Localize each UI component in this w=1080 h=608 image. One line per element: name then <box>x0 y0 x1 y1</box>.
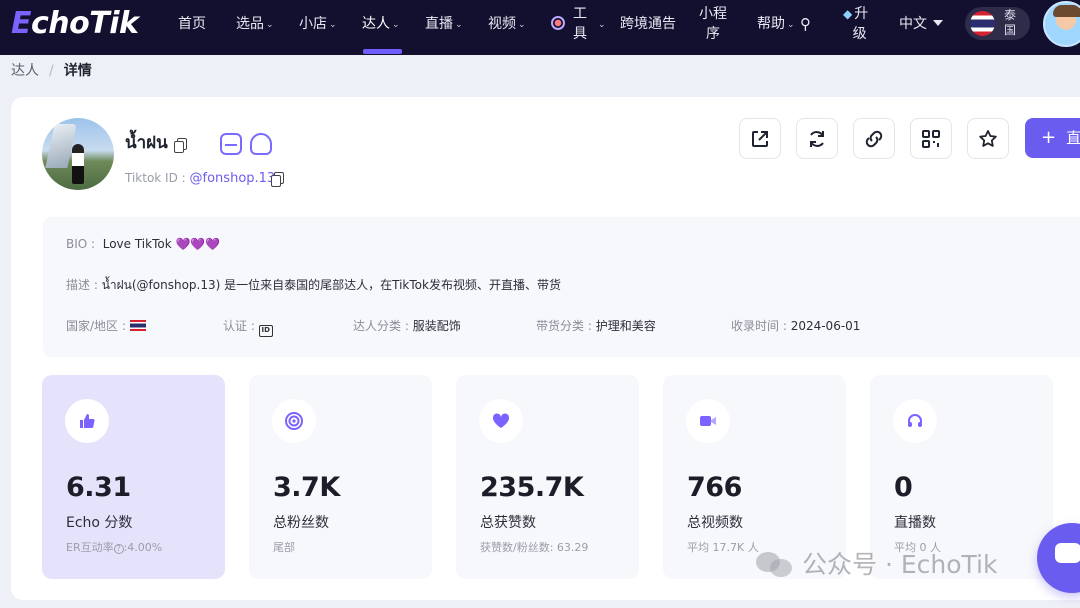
breadcrumb: 达人 / 详情 <box>11 63 92 79</box>
creator-name: น้ำฝน <box>125 133 168 153</box>
nav-creators[interactable]: 达人 ⌄ <box>362 0 400 49</box>
copy-icon[interactable] <box>271 172 284 187</box>
share-icon <box>752 130 768 147</box>
creator-avatar <box>42 118 114 190</box>
stat-card-echo-score[interactable]: 6.31 Echo 分数 ER互动率?:4.00% <box>42 375 225 579</box>
thailand-flag-icon <box>129 320 146 331</box>
goods-category-field: 带货分类 : 护理和美容 <box>536 319 656 333</box>
verification-field: 认证 : ID <box>223 318 273 337</box>
stat-card-likes[interactable]: 235.7K 总获赞数 获赞数/粉丝数: 63.29 <box>456 375 639 579</box>
country-field: 国家/地区 : <box>66 318 146 334</box>
region-switch[interactable]: 泰国 <box>965 7 1030 40</box>
nav-mini-program[interactable]: 小程序 <box>699 4 727 44</box>
stat-sub: ER互动率?:4.00% <box>66 541 163 554</box>
user-avatar[interactable] <box>1043 1 1080 47</box>
qrcode-icon <box>922 129 940 148</box>
thumbs-up-icon <box>65 399 109 443</box>
shop-badge-icon <box>220 133 242 155</box>
wechat-icon <box>756 550 794 578</box>
top-nav: EchoTik 首页 选品 ⌄ 小店 ⌄ 达人 ⌄ 直播 ⌄ 视频 ⌄ 工具 ⌄ 跨境通告… <box>0 0 1080 55</box>
headset-icon <box>893 399 937 443</box>
stat-label: 总粉丝数 <box>273 515 329 531</box>
heart-icon <box>479 399 523 443</box>
nav-tools[interactable]: 工具 <box>573 4 587 44</box>
chevron-down-icon: ⌄ <box>455 20 463 30</box>
stat-label: 总获赞数 <box>480 515 536 531</box>
indexed-time-field: 收录时间 : 2024-06-01 <box>731 319 861 333</box>
video-icon <box>686 399 730 443</box>
tools-icon <box>551 16 565 30</box>
nav-home[interactable]: 首页 <box>178 0 206 49</box>
star-icon <box>979 129 997 147</box>
share-button[interactable] <box>739 118 781 159</box>
primary-action-button[interactable]: + 直 <box>1025 118 1080 158</box>
echotik-logo[interactable]: EchoTik <box>11 6 139 42</box>
wechat-watermark: 公众号 · EchoTik <box>756 548 997 582</box>
bio-row: BIO : Love TikTok 💜💜💜 <box>66 237 221 251</box>
description-row: 描述 : น้ำฝน(@fonshop.13) 是一位来自泰国的尾部达人，在Ti… <box>66 278 561 292</box>
chevron-down-icon: ⌄ <box>518 20 526 30</box>
link-button[interactable] <box>853 118 895 159</box>
favorite-button[interactable] <box>967 118 1009 159</box>
active-tab-indicator <box>363 49 402 54</box>
chevron-down-icon: ⌄ <box>392 20 400 30</box>
nav-upgrade[interactable]: ◆ 升级 <box>843 4 868 44</box>
refresh-icon <box>810 130 824 147</box>
nav-live[interactable]: 直播 ⌄ <box>425 0 463 49</box>
creator-category-field: 达人分类 : 服装配饰 <box>353 319 461 333</box>
qrcode-button[interactable] <box>910 118 952 159</box>
copy-icon[interactable] <box>174 138 187 153</box>
stat-value: 3.7K <box>273 472 340 503</box>
tiktok-id: Tiktok ID : @fonshop.13 <box>125 171 276 186</box>
chevron-down-icon: ⌄ <box>266 20 274 30</box>
stat-card-followers[interactable]: 3.7K 总粉丝数 尾部 <box>249 375 432 579</box>
nav-products[interactable]: 选品 ⌄ <box>236 0 274 49</box>
creator-info-panel: BIO : Love TikTok 💜💜💜 描述 : น้ำฝน(@fonsho… <box>43 217 1080 357</box>
stat-sub: 尾部 <box>273 541 295 554</box>
id-card-icon: ID <box>258 325 273 337</box>
stat-sub: 平均 17.7K 人 <box>687 541 759 554</box>
breadcrumb-creators[interactable]: 达人 <box>11 63 39 79</box>
refresh-button[interactable] <box>796 118 838 159</box>
stat-label: 直播数 <box>894 515 936 531</box>
nav-help[interactable]: 帮助 ⌄ <box>757 0 795 49</box>
stat-value: 0 <box>894 472 913 503</box>
plus-icon: + <box>1041 127 1057 148</box>
commerce-badge-icon <box>250 133 272 155</box>
nav-cross-border[interactable]: 跨境通告 <box>620 0 676 49</box>
stat-value: 766 <box>687 472 742 503</box>
nav-shop[interactable]: 小店 ⌄ <box>299 0 337 49</box>
tiktok-handle-link[interactable]: @fonshop.13 <box>190 171 276 186</box>
caret-down-icon <box>933 20 943 26</box>
stat-value: 6.31 <box>66 472 131 503</box>
link-icon <box>865 130 883 147</box>
region-label: 泰国 <box>1004 8 1017 37</box>
chevron-down-icon: ⌄ <box>787 20 795 30</box>
chevron-down-icon: ⌄ <box>598 20 606 30</box>
nav-videos[interactable]: 视频 ⌄ <box>488 0 526 49</box>
breadcrumb-current: 详情 <box>63 63 92 79</box>
stat-label: Echo 分数 <box>66 515 133 531</box>
search-icon[interactable]: ⚲ <box>800 0 811 49</box>
stat-label: 总视频数 <box>687 515 743 531</box>
chevron-down-icon: ⌄ <box>329 20 337 30</box>
stat-value: 235.7K <box>480 472 584 503</box>
language-select[interactable]: 中文 <box>899 0 943 49</box>
target-icon <box>272 399 316 443</box>
thailand-flag-icon <box>970 11 995 36</box>
help-icon[interactable]: ? <box>113 544 124 554</box>
stat-sub: 获赞数/粉丝数: 63.29 <box>480 541 589 554</box>
diamond-icon: ◆ <box>843 7 853 21</box>
